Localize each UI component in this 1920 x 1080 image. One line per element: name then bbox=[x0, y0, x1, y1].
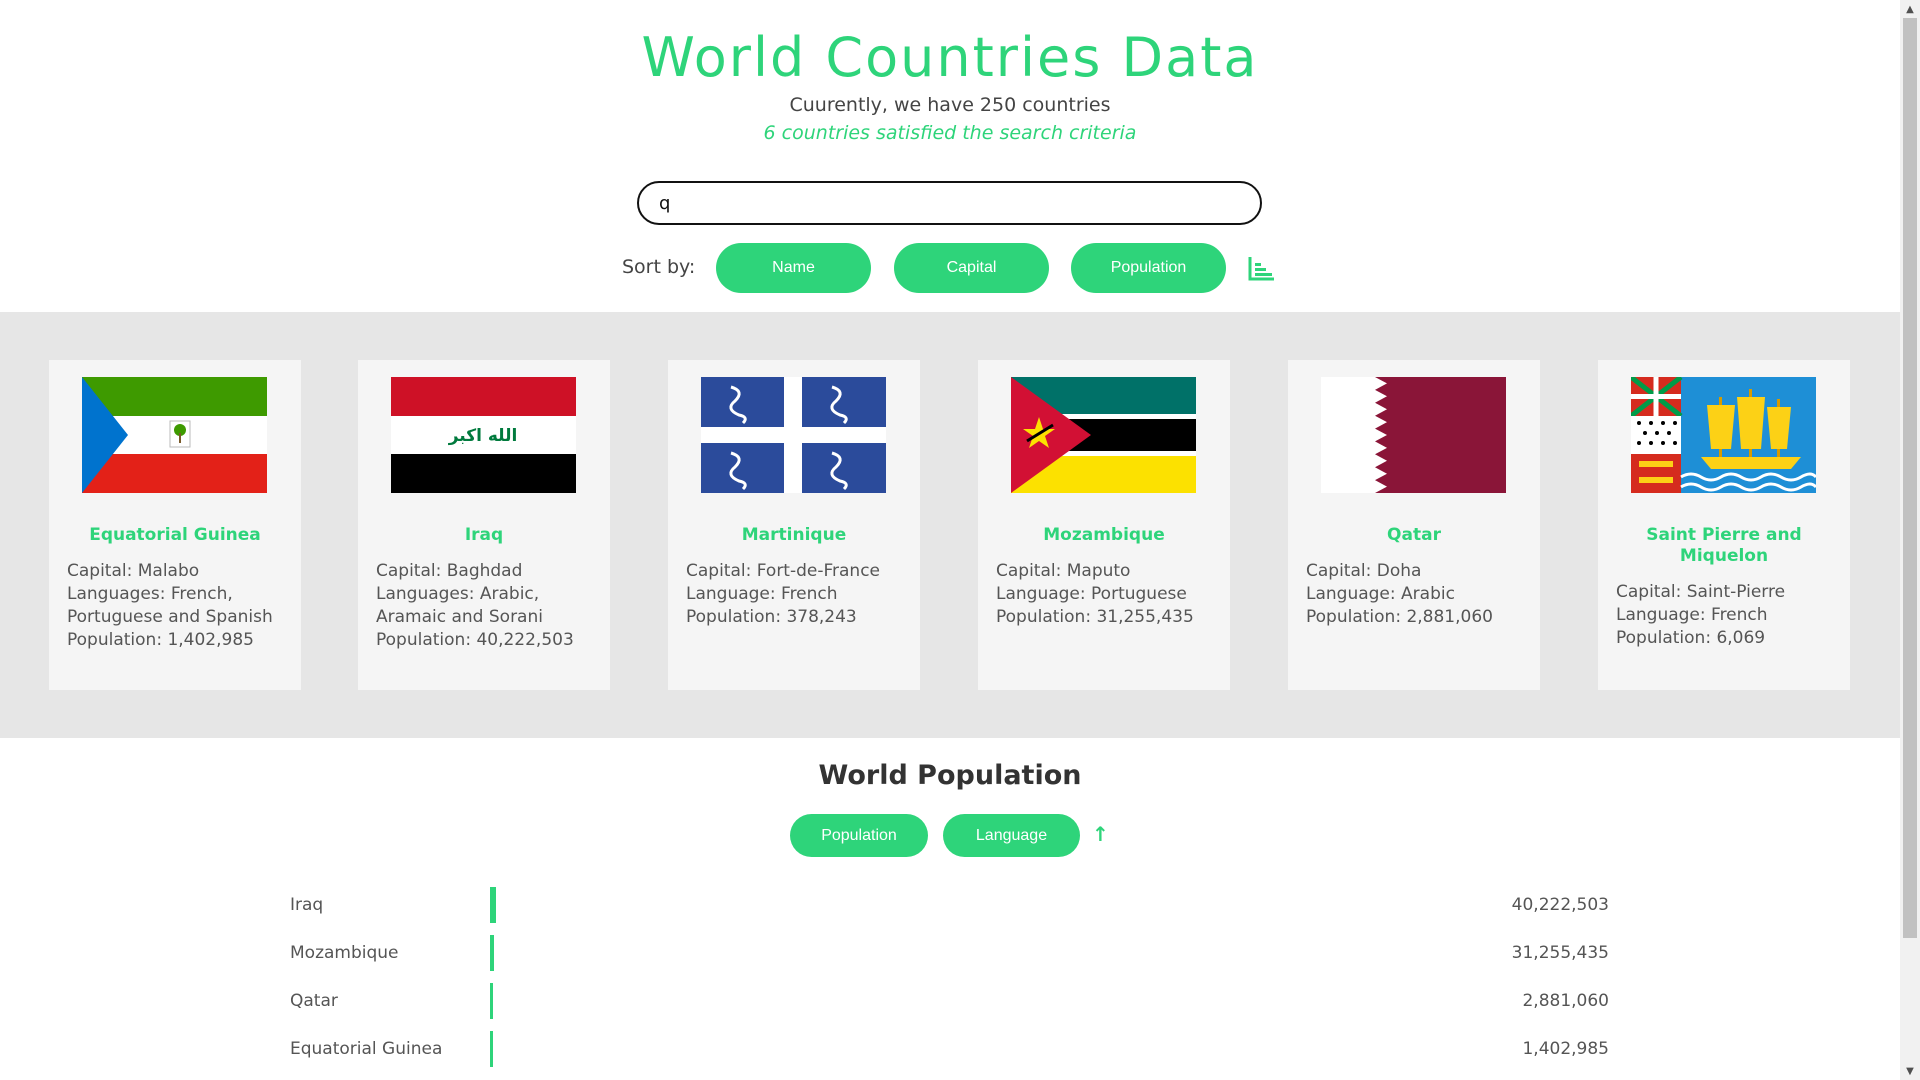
country-name: Equatorial Guinea bbox=[89, 525, 261, 545]
country-count-text: Cuurently, we have 250 countries bbox=[789, 94, 1111, 116]
country-card: Mozambique Capital: Maputo Language: Por… bbox=[978, 360, 1230, 690]
population-graph-button[interactable]: Population bbox=[790, 814, 928, 857]
page: World Countries Data Cuurently, we have … bbox=[0, 0, 1900, 1080]
country-population: Population: 378,243 bbox=[686, 607, 857, 627]
row-label: Mozambique bbox=[290, 943, 399, 963]
search-input[interactable] bbox=[637, 181, 1262, 225]
row-label: Qatar bbox=[290, 991, 338, 1011]
country-population: Population: 31,255,435 bbox=[996, 607, 1194, 627]
saint-pierre-and-miquelon-flag bbox=[1631, 377, 1816, 493]
country-info: Capital: Saint-Pierre Language: French P… bbox=[1616, 581, 1838, 650]
country-languages: Language: French bbox=[686, 584, 838, 604]
country-card: Martinique Capital: Fort-de-France Langu… bbox=[668, 360, 920, 690]
population-bar bbox=[490, 983, 493, 1019]
population-bar bbox=[490, 935, 494, 971]
header: World Countries Data Cuurently, we have … bbox=[0, 0, 1900, 312]
language-graph-button[interactable]: Language bbox=[943, 814, 1080, 857]
row-value: 2,881,060 bbox=[1522, 991, 1609, 1011]
vertical-scrollbar[interactable]: ▲ ▼ bbox=[1900, 0, 1920, 1080]
population-section-title: World Population bbox=[818, 760, 1082, 791]
country-info: Capital: Maputo Language: Portuguese Pop… bbox=[996, 560, 1218, 629]
row-value: 31,255,435 bbox=[1511, 943, 1609, 963]
country-card: Qatar Capital: Doha Language: Arabic Pop… bbox=[1288, 360, 1540, 690]
country-population: Population: 2,881,060 bbox=[1306, 607, 1493, 627]
country-card: الله اكبر Iraq Capital: Baghdad Language… bbox=[358, 360, 610, 690]
sort-capital-button[interactable]: Capital bbox=[894, 243, 1049, 293]
population-row: Mozambique 31,255,435 bbox=[0, 935, 1900, 973]
country-cards: Equatorial Guinea Capital: Malabo Langua… bbox=[0, 312, 1900, 738]
country-card: Equatorial Guinea Capital: Malabo Langua… bbox=[49, 360, 301, 690]
country-info: Capital: Fort-de-France Language: French… bbox=[686, 560, 908, 629]
country-info: Capital: Doha Language: Arabic Populatio… bbox=[1306, 560, 1528, 629]
country-capital: Capital: Malabo bbox=[67, 561, 200, 581]
country-name: Qatar bbox=[1387, 525, 1441, 545]
country-capital: Capital: Maputo bbox=[996, 561, 1131, 581]
population-row: Qatar 2,881,060 bbox=[0, 983, 1900, 1021]
country-languages: Language: Arabic bbox=[1306, 584, 1455, 604]
iraq-flag-script: الله اكبر bbox=[448, 426, 518, 446]
sort-bar: Sort by: Name Capital Population bbox=[0, 243, 1900, 293]
mozambique-flag bbox=[1011, 377, 1196, 493]
sort-label: Sort by: bbox=[622, 256, 696, 278]
country-population: Population: 1,402,985 bbox=[67, 630, 254, 650]
country-name: Martinique bbox=[741, 525, 847, 545]
population-row: Iraq 40,222,503 bbox=[0, 887, 1900, 925]
country-languages: Language: Portuguese bbox=[996, 584, 1187, 604]
scroll-up-icon[interactable]: ▲ bbox=[1900, 0, 1920, 18]
martinique-flag bbox=[701, 377, 886, 493]
country-capital: Capital: Doha bbox=[1306, 561, 1422, 581]
population-row: Equatorial Guinea 1,402,985 bbox=[0, 1031, 1900, 1069]
population-bar bbox=[490, 1031, 493, 1067]
country-languages: Languages: Arabic, Aramaic and Sorani bbox=[376, 584, 543, 627]
page-title: World Countries Data bbox=[641, 26, 1259, 89]
row-label: Equatorial Guinea bbox=[290, 1039, 443, 1059]
country-name: Saint Pierre and Miquelon bbox=[1646, 525, 1802, 566]
bar-chart-icon[interactable] bbox=[1248, 255, 1276, 281]
country-info: Capital: Malabo Languages: French, Portu… bbox=[67, 560, 289, 652]
country-info: Capital: Baghdad Languages: Arabic, Aram… bbox=[376, 560, 598, 652]
country-population: Population: 6,069 bbox=[1616, 628, 1766, 648]
country-languages: Language: French bbox=[1616, 605, 1768, 625]
row-value: 1,402,985 bbox=[1522, 1039, 1609, 1059]
country-card: Saint Pierre and Miquelon Capital: Saint… bbox=[1598, 360, 1850, 690]
iraq-flag: الله اكبر bbox=[391, 377, 576, 493]
equatorial-guinea-flag bbox=[82, 377, 267, 493]
row-value: 40,222,503 bbox=[1511, 895, 1609, 915]
sort-population-button[interactable]: Population bbox=[1071, 243, 1226, 293]
scrollbar-thumb[interactable] bbox=[1903, 18, 1917, 938]
row-label: Iraq bbox=[290, 895, 324, 915]
country-capital: Capital: Saint-Pierre bbox=[1616, 582, 1786, 602]
country-capital: Capital: Fort-de-France bbox=[686, 561, 881, 581]
scroll-down-icon[interactable]: ▼ bbox=[1900, 1062, 1920, 1080]
qatar-flag bbox=[1321, 377, 1506, 493]
country-capital: Capital: Baghdad bbox=[376, 561, 523, 581]
country-name: Mozambique bbox=[1043, 525, 1165, 545]
sort-name-button[interactable]: Name bbox=[716, 243, 871, 293]
country-languages: Languages: French, Portuguese and Spanis… bbox=[67, 584, 273, 627]
population-bar bbox=[490, 887, 496, 923]
arrow-up-icon[interactable]: ↑ bbox=[1092, 822, 1109, 846]
country-name: Iraq bbox=[464, 525, 504, 545]
country-population: Population: 40,222,503 bbox=[376, 630, 574, 650]
search-result-count: 6 countries satisfied the search criteri… bbox=[763, 122, 1137, 144]
